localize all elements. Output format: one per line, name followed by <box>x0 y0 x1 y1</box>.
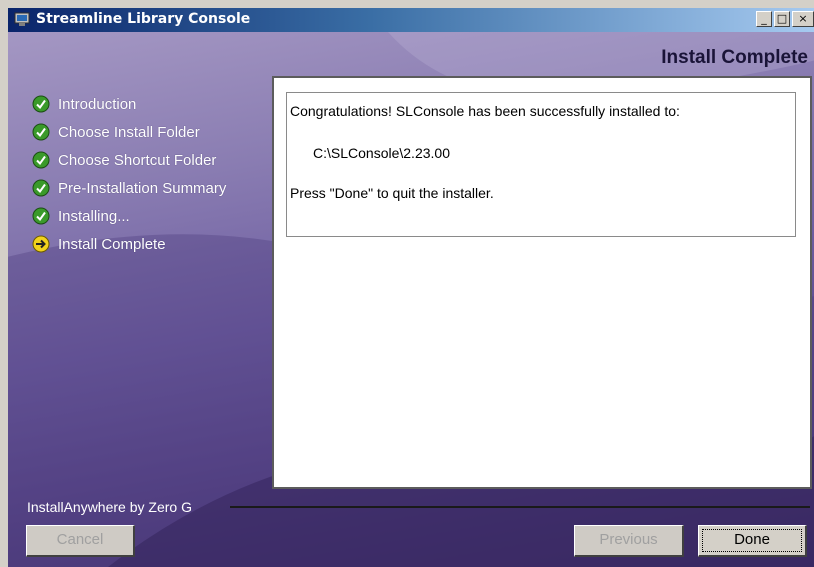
check-icon <box>32 207 50 225</box>
step-pre-installation-summary: Pre-Installation Summary <box>32 174 226 202</box>
installer-panel: Install Complete Introduction Choose Ins… <box>8 32 814 567</box>
page-title: Install Complete <box>661 47 808 68</box>
cancel-button[interactable]: Cancel <box>26 525 135 557</box>
arrow-right-icon <box>32 235 50 253</box>
quit-instruction: Press "Done" to quit the installer. <box>290 185 494 201</box>
step-label: Pre-Installation Summary <box>58 179 227 197</box>
step-label: Choose Shortcut Folder <box>58 151 217 169</box>
step-label: Install Complete <box>58 235 166 253</box>
installer-window: Streamline Library Console _ □ × Install… <box>0 0 814 567</box>
content-panel: Congratulations! SLConsole has been succ… <box>272 76 812 489</box>
app-icon <box>14 12 30 26</box>
installer-brand: InstallAnywhere by Zero G <box>27 499 192 515</box>
step-label: Installing... <box>58 207 130 225</box>
check-icon <box>32 151 50 169</box>
check-icon <box>32 123 50 141</box>
check-icon <box>32 95 50 113</box>
success-message: Congratulations! SLConsole has been succ… <box>290 103 680 119</box>
previous-button[interactable]: Previous <box>574 525 684 557</box>
window-title: Streamline Library Console <box>36 11 251 27</box>
footer-divider <box>230 506 810 508</box>
message-box: Congratulations! SLConsole has been succ… <box>286 92 796 237</box>
done-button[interactable]: Done <box>698 525 807 557</box>
step-choose-install-folder: Choose Install Folder <box>32 118 226 146</box>
title-bar[interactable]: Streamline Library Console _ □ × <box>8 8 814 32</box>
step-label: Introduction <box>58 95 137 113</box>
minimize-button[interactable]: _ <box>756 11 772 27</box>
close-button[interactable]: × <box>792 11 814 27</box>
step-label: Choose Install Folder <box>58 123 200 141</box>
step-list: Introduction Choose Install Folder Choos… <box>32 90 226 258</box>
focus-ring <box>702 529 802 552</box>
check-icon <box>32 179 50 197</box>
step-installing: Installing... <box>32 202 226 230</box>
install-path: C:\SLConsole\2.23.00 <box>313 145 450 161</box>
step-choose-shortcut-folder: Choose Shortcut Folder <box>32 146 226 174</box>
step-introduction: Introduction <box>32 90 226 118</box>
maximize-button[interactable]: □ <box>774 11 790 27</box>
step-install-complete: Install Complete <box>32 230 226 258</box>
